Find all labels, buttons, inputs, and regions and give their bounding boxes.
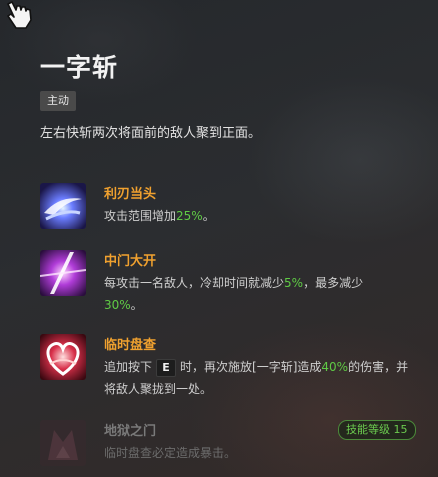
ability-item-2[interactable]: 中门大开 每攻击一名敌人，冷却时间就减少5%，最多减少 30%。 [40, 250, 420, 316]
heart-clamp-icon [40, 334, 86, 380]
ability-text: 攻击范围增加25%。 [104, 209, 215, 223]
key-e-icon: E [156, 358, 177, 377]
ability-name: 中门大开 [104, 254, 157, 269]
light-slash-icon [40, 250, 86, 296]
hand-cursor-icon [7, 1, 32, 29]
skill-type-tag: 主动 [40, 91, 76, 111]
ability-name: 利刃当头 [104, 187, 157, 202]
ability-item-3[interactable]: 临时盘查 追加按下 E 时，再次施放[一字斩]造成40%的伤害，并将敌人聚拢到一处。 [40, 334, 420, 400]
hell-gate-icon [40, 420, 86, 466]
skill-title: 一字斩 [40, 53, 119, 82]
ability-text: 追加按下 E 时，再次施放[一字斩]造成40%的伤害，并将敌人聚拢到一处。 [104, 358, 409, 396]
ability-text: 每攻击一名敌人，冷却时间就减少5%，最多减少 30%。 [104, 276, 364, 312]
skill-description: 左右快斩两次将面前的敌人聚到正面。 [40, 126, 262, 141]
ability-name: 地狱之门 [104, 424, 157, 439]
ability-text: 临时盘查必定造成暴击。 [104, 446, 237, 460]
skill-level-badge: 技能等级 15 [338, 420, 416, 440]
ability-name: 临时盘查 [104, 338, 157, 353]
ability-item-1[interactable]: 利刃当头 攻击范围增加25%。 [40, 183, 420, 233]
blade-swirl-icon [40, 183, 86, 229]
